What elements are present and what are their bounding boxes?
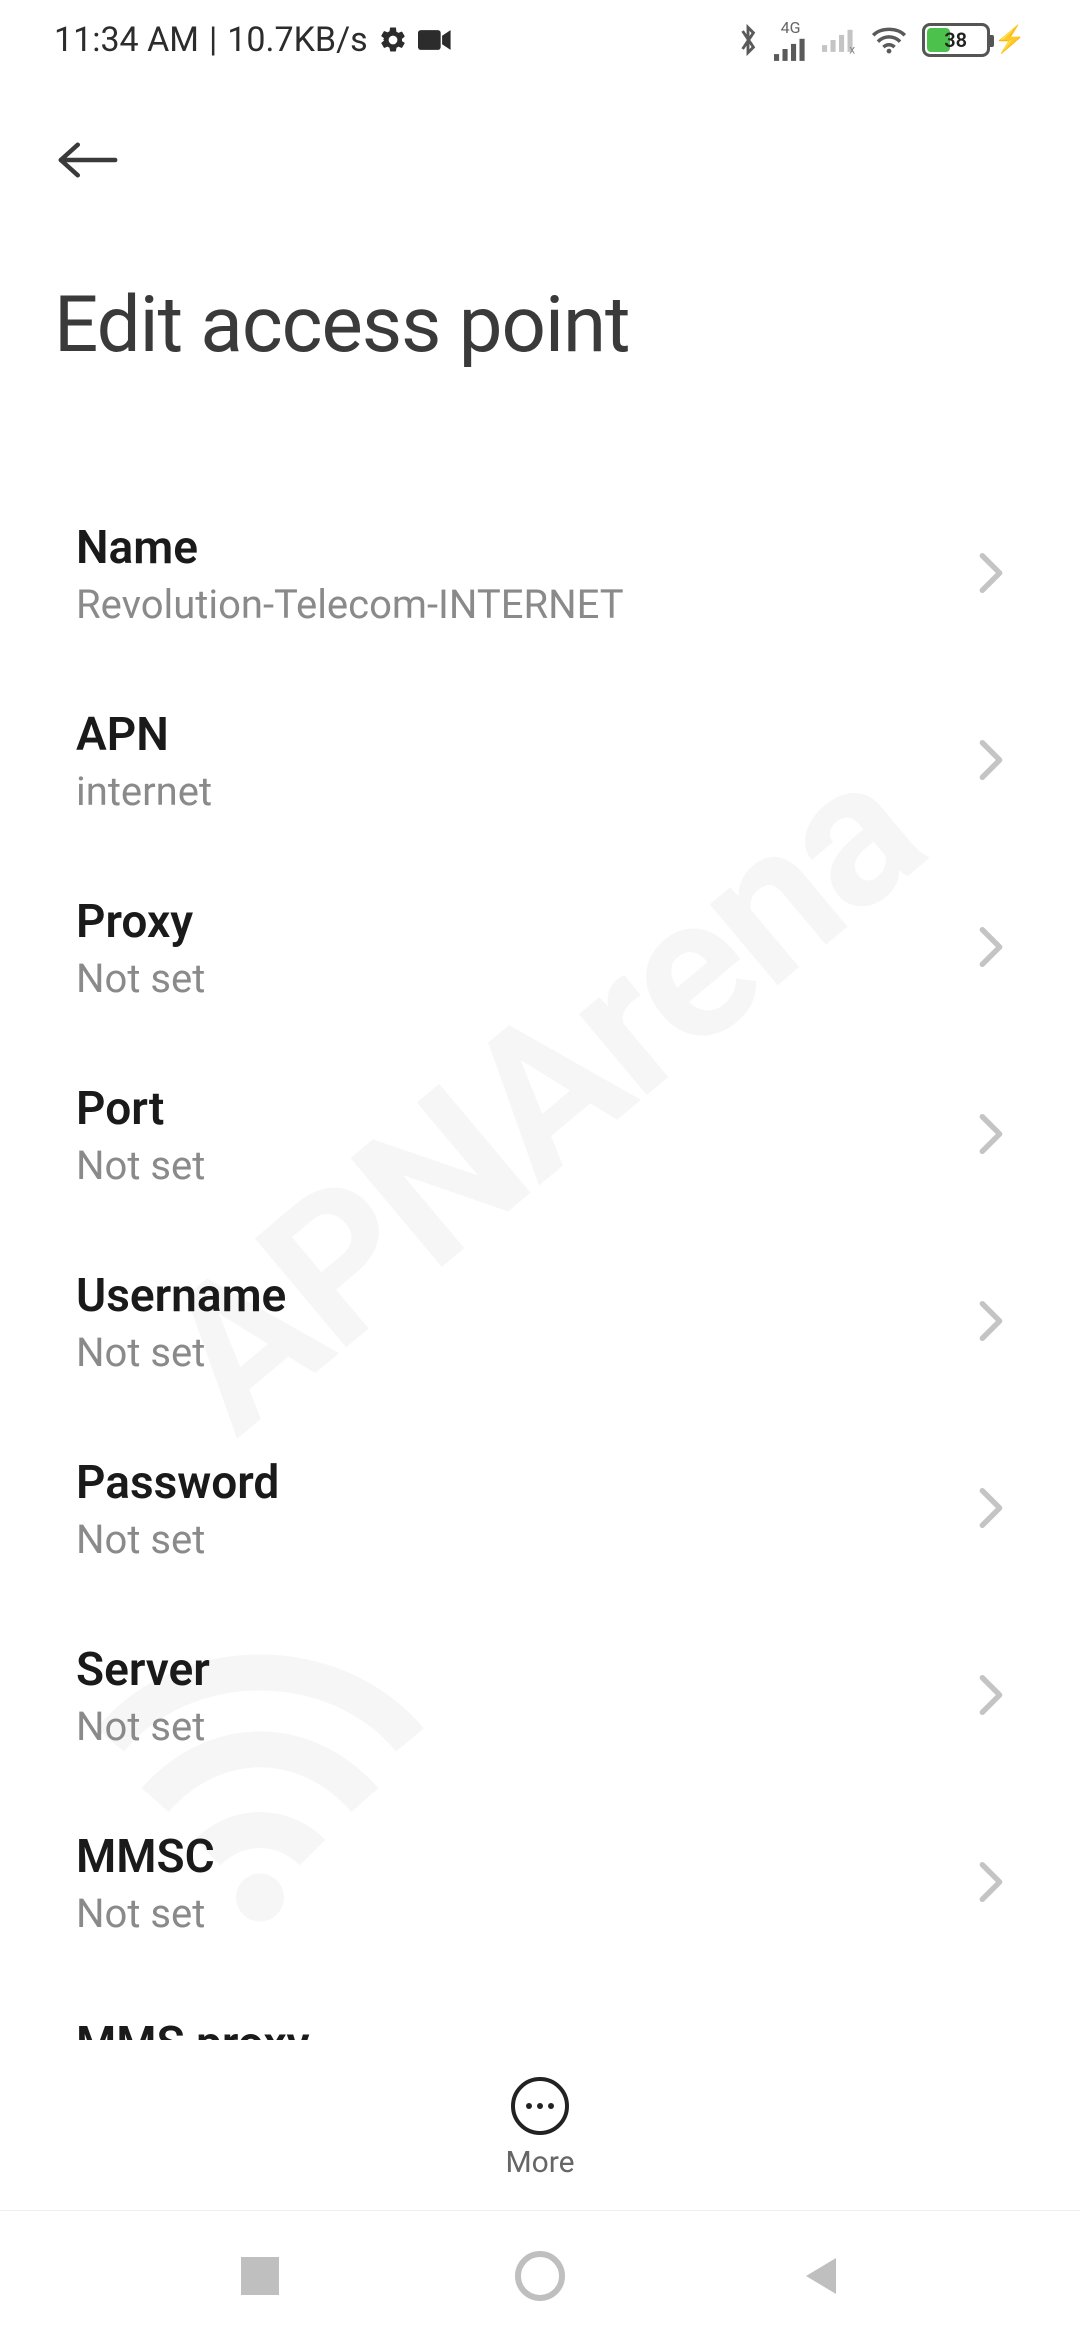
- header: Edit access point: [0, 80, 1080, 371]
- system-nav-bar: [0, 2210, 1080, 2340]
- row-value: Revolution-Telecom-INTERNET: [76, 581, 624, 628]
- settings-list: Name Revolution-Telecom-INTERNET APN int…: [0, 481, 1080, 2040]
- svg-text:x: x: [849, 43, 855, 54]
- square-icon: [241, 2257, 279, 2295]
- triangle-left-icon: [800, 2254, 840, 2298]
- row-value: Not set: [76, 955, 205, 1002]
- chevron-right-icon: [978, 551, 1004, 599]
- nav-home-button[interactable]: [510, 2246, 570, 2306]
- chevron-right-icon: [978, 1486, 1004, 1534]
- chevron-right-icon: [978, 1112, 1004, 1160]
- row-value: internet: [76, 768, 212, 815]
- row-server[interactable]: Server Not set: [0, 1603, 1080, 1790]
- row-value: Not set: [76, 1329, 286, 1376]
- bluetooth-icon: [736, 22, 760, 58]
- row-name[interactable]: Name Revolution-Telecom-INTERNET: [0, 481, 1080, 668]
- row-value: Not set: [76, 1890, 215, 1937]
- row-label: Proxy: [76, 895, 205, 949]
- row-label: Username: [76, 1269, 286, 1323]
- status-left: 11:34 AM | 10.7KB/s: [54, 20, 452, 60]
- row-label: Port: [76, 1082, 205, 1136]
- row-label: Name: [76, 521, 624, 575]
- signal-icon-1: [774, 37, 808, 61]
- row-label: MMS proxy: [76, 2017, 309, 2040]
- chevron-right-icon: [978, 1673, 1004, 1721]
- row-label: Server: [76, 1643, 210, 1697]
- nav-back-button[interactable]: [790, 2246, 850, 2306]
- more-icon: [511, 2077, 569, 2135]
- arrow-left-icon: [54, 136, 122, 184]
- page-title: Edit access point: [54, 280, 1026, 371]
- chevron-right-icon: [978, 1860, 1004, 1908]
- status-bar: 11:34 AM | 10.7KB/s 4G x 38: [0, 0, 1080, 80]
- nav-recents-button[interactable]: [230, 2246, 290, 2306]
- status-net-speed: 10.7KB/s: [227, 20, 367, 60]
- battery-percent: 38: [925, 28, 987, 52]
- signal-icon-2: x: [822, 26, 856, 54]
- fourg-label: 4G: [781, 20, 801, 36]
- camera-icon: [418, 28, 452, 52]
- row-port[interactable]: Port Not set: [0, 1042, 1080, 1229]
- bottom-action-bar: More: [0, 2077, 1080, 2180]
- status-right: 4G x 38 ⚡: [736, 20, 1026, 61]
- chevron-right-icon: [978, 925, 1004, 973]
- row-mms-proxy[interactable]: MMS proxy Not set: [0, 1977, 1080, 2040]
- status-separator: |: [209, 20, 217, 60]
- row-label: Password: [76, 1456, 279, 1510]
- more-button[interactable]: More: [505, 2077, 574, 2180]
- back-button[interactable]: [54, 120, 134, 200]
- row-value: Not set: [76, 1703, 210, 1750]
- row-label: APN: [76, 708, 212, 762]
- status-time: 11:34 AM: [54, 20, 199, 60]
- row-mmsc[interactable]: MMSC Not set: [0, 1790, 1080, 1977]
- more-label: More: [505, 2145, 574, 2180]
- row-value: Not set: [76, 1516, 279, 1563]
- row-proxy[interactable]: Proxy Not set: [0, 855, 1080, 1042]
- charging-icon: ⚡: [994, 25, 1026, 55]
- gear-icon: [378, 25, 408, 55]
- battery-indicator: 38 ⚡: [922, 23, 1026, 57]
- chevron-right-icon: [978, 1299, 1004, 1347]
- row-username[interactable]: Username Not set: [0, 1229, 1080, 1416]
- chevron-right-icon: [978, 738, 1004, 786]
- row-password[interactable]: Password Not set: [0, 1416, 1080, 1603]
- row-label: MMSC: [76, 1830, 215, 1884]
- signal-1-group: 4G: [774, 20, 808, 61]
- wifi-icon: [870, 25, 908, 55]
- circle-icon: [515, 2251, 565, 2301]
- row-apn[interactable]: APN internet: [0, 668, 1080, 855]
- row-value: Not set: [76, 1142, 205, 1189]
